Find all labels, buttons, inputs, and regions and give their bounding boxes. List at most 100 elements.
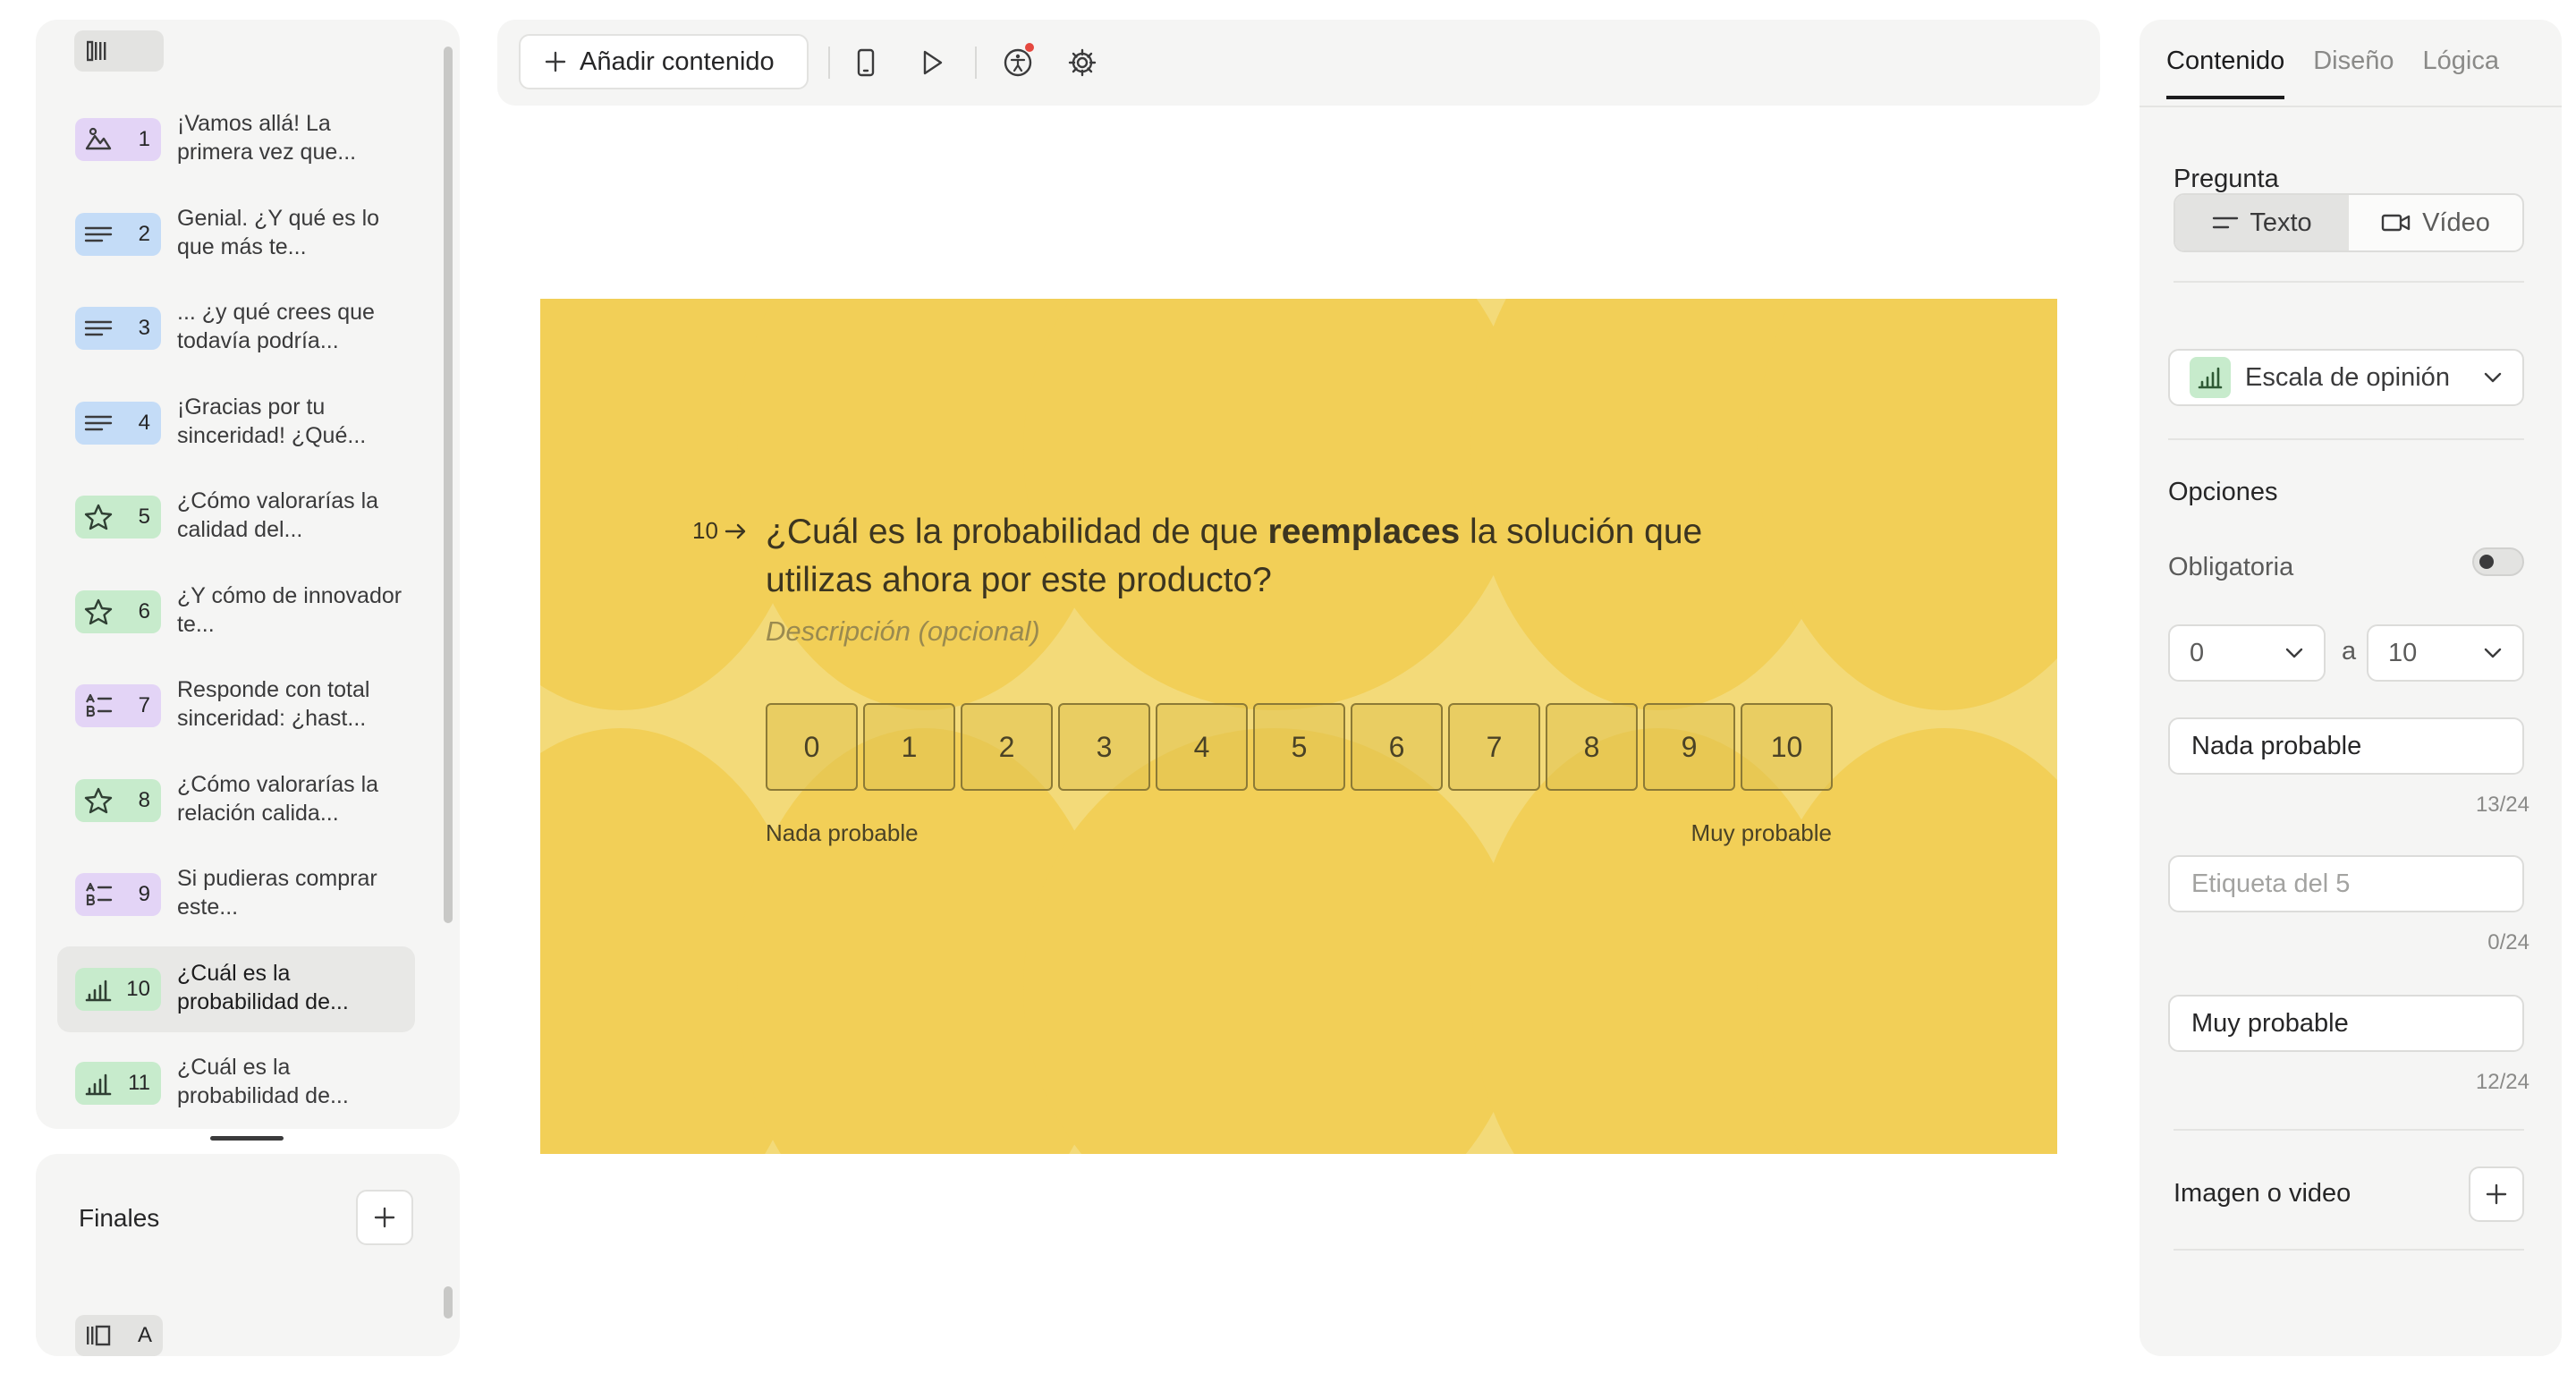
question-preview-text: Responde con total sinceridad: ¿hast... (177, 677, 370, 731)
question-number: 10 (126, 976, 150, 1001)
question-item-5[interactable]: 5 ¿Cómo valorarías la calidad del... (57, 474, 415, 560)
add-content-button[interactable]: Añadir contenido (519, 34, 809, 89)
question-item-2[interactable]: 2 Genial. ¿Y qué es lo que más te... (57, 191, 415, 277)
question-number-text: 10 (692, 517, 718, 544)
welcome-screen-item[interactable] (74, 30, 164, 72)
add-ending-button[interactable] (356, 1190, 413, 1245)
question-item-3[interactable]: 3 ... ¿y qué crees que todavía podría... (57, 285, 415, 371)
question-number: 5 (138, 505, 150, 529)
question-item-6[interactable]: 6 ¿Y cómo de innovador te... (57, 569, 415, 655)
scale-option-3[interactable]: 3 (1058, 703, 1150, 791)
question-list-scrollbar[interactable] (444, 47, 453, 923)
endings-scrollbar[interactable] (444, 1286, 453, 1319)
chevron-down-icon (2484, 372, 2502, 383)
scale-option-1[interactable]: 1 (863, 703, 955, 791)
question-item-10[interactable]: 10 ¿Cuál es la probabilidad de... (57, 946, 415, 1032)
question-item-8[interactable]: 8 ¿Cómo valorarías la relación calida... (57, 758, 415, 844)
scale-option-6[interactable]: 6 (1351, 703, 1443, 791)
accessibility-button[interactable] (1000, 43, 1036, 81)
ending-item-a[interactable]: A (75, 1315, 163, 1356)
tabs-divider (2140, 106, 2562, 107)
question-badge: 3 (75, 307, 161, 350)
question-badge: 9 (75, 873, 161, 916)
text-format-label: Texto (2250, 208, 2312, 237)
tab-design[interactable]: Diseño (2313, 47, 2394, 99)
add-content-label: Añadir contenido (580, 47, 775, 76)
question-preview-text: ¿Cuál es la probabilidad de... (177, 960, 349, 1014)
scale-label-left: Nada probable (766, 819, 919, 846)
star-icon (84, 598, 113, 625)
question-badge: 8 (75, 778, 161, 822)
tab-logic[interactable]: Lógica (2423, 47, 2499, 99)
scale-option-7[interactable]: 7 (1448, 703, 1540, 791)
plus-icon (545, 51, 566, 72)
scale-option-9[interactable]: 9 (1643, 703, 1735, 791)
question-description[interactable]: Descripción (opcional) (766, 615, 1040, 648)
mobile-icon (857, 48, 875, 77)
required-toggle[interactable] (2472, 547, 2524, 576)
play-icon (923, 50, 943, 75)
label-left-input[interactable] (2168, 717, 2524, 775)
gear-icon (1068, 48, 1097, 77)
tab-content[interactable]: Contenido (2166, 47, 2285, 99)
chevron-down-icon (2484, 648, 2502, 658)
question-item-1[interactable]: 1 ¡Vamos allá! La primera vez que... (57, 97, 415, 182)
scale-option-0[interactable]: 0 (766, 703, 858, 791)
video-format-option[interactable]: Vídeo (2349, 195, 2522, 250)
required-toggle-knob (2479, 555, 2494, 569)
scale-option-2[interactable]: 2 (961, 703, 1053, 791)
question-type-select[interactable]: Escala de opinión (2168, 349, 2524, 406)
question-preview-text: ¡Vamos allá! La primera vez que... (177, 111, 357, 165)
scale-option-4[interactable]: 4 (1156, 703, 1248, 791)
editor-toolbar: Añadir contenido (497, 20, 2100, 106)
label-right-input[interactable] (2168, 995, 2524, 1052)
question-number: 10 (692, 517, 748, 545)
endings-label: Finales (79, 1204, 160, 1232)
range-to-select[interactable]: 10 (2367, 624, 2524, 682)
text-format-option[interactable]: Texto (2175, 195, 2349, 250)
question-badge: 11 (75, 1062, 161, 1105)
label-middle-input[interactable] (2168, 855, 2524, 912)
ranking-icon (84, 882, 113, 907)
resize-handle[interactable] (210, 1136, 284, 1141)
scale-option-5[interactable]: 5 (1253, 703, 1345, 791)
question-preview-text: ¿Cuál es la probabilidad de... (177, 1055, 349, 1108)
question-item-9[interactable]: 9 Si pudieras comprar este... (57, 852, 415, 937)
plus-icon (2486, 1183, 2507, 1205)
question-number: 3 (138, 316, 150, 340)
question-item-11[interactable]: 11 ¿Cuál es la probabilidad de... (57, 1040, 415, 1126)
question-number: 9 (138, 882, 150, 906)
question-badge: 1 (75, 118, 161, 161)
question-list-panel: 1 ¡Vamos allá! La primera vez que... 2 Geni… (36, 20, 460, 1129)
required-label: Obligatoria (2168, 553, 2294, 581)
ending-letter: A (137, 1323, 152, 1347)
add-media-button[interactable] (2469, 1166, 2524, 1222)
arrow-right-icon (724, 523, 746, 539)
ending-screen-icon (87, 1325, 111, 1346)
settings-button[interactable] (1064, 45, 1100, 81)
mobile-preview-button[interactable] (848, 45, 884, 81)
question-preview-text: ¿Cómo valorarías la relación calida... (177, 771, 379, 826)
scale-label-right: Muy probable (1690, 819, 1832, 846)
question-number: 8 (138, 787, 150, 812)
accessibility-icon (1004, 48, 1032, 77)
question-title-bold: reemplaces (1267, 513, 1461, 551)
welcome-image-icon (84, 127, 113, 152)
question-item-7[interactable]: 7 Responde con total sinceridad: ¿hast... (57, 663, 415, 749)
notification-dot (1025, 43, 1034, 52)
preview-play-button[interactable] (914, 45, 950, 81)
video-format-label: Vídeo (2422, 208, 2490, 237)
question-title[interactable]: ¿Cuál es la probabilidad de que reemplac… (766, 508, 1750, 605)
background-shape (1757, 728, 2057, 1154)
question-preview-text: ... ¿y qué crees que todavía podría... (177, 300, 375, 353)
scale-option-8[interactable]: 8 (1546, 703, 1638, 791)
endings-panel: Finales A (36, 1154, 460, 1356)
range-from-select[interactable]: 0 (2168, 624, 2326, 682)
scale-option-10[interactable]: 10 (1741, 703, 1833, 791)
panel-tabs: Contenido Diseño Lógica (2166, 47, 2499, 99)
text-lines-icon (84, 412, 113, 434)
question-item-4[interactable]: 4 ¡Gracias por tu sinceridad! ¿Qué... (57, 380, 415, 466)
toolbar-divider (975, 47, 977, 79)
label-right-counter: 12/24 (2475, 1070, 2529, 1094)
question-number: 4 (138, 410, 150, 435)
